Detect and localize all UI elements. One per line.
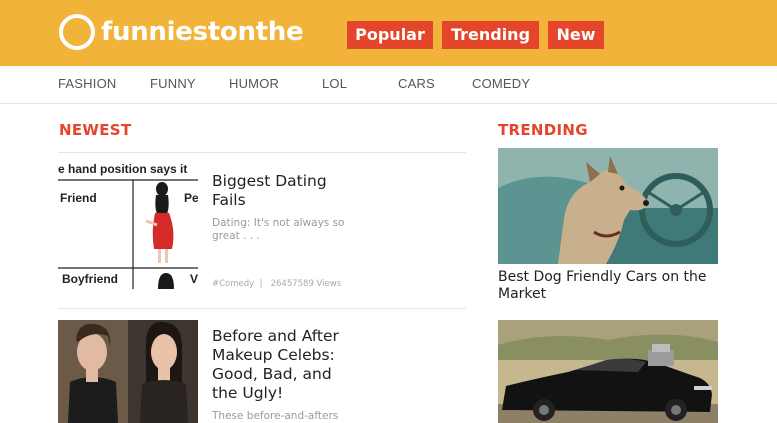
trending-thumbnail[interactable] xyxy=(498,320,718,423)
nav-item-cars[interactable]: CARS xyxy=(398,76,435,91)
celebs-makeup-image xyxy=(58,320,198,423)
article-title-line: Makeup Celebs: xyxy=(212,346,335,364)
new-button[interactable]: New xyxy=(548,21,604,49)
article-title-line: the Ugly! xyxy=(212,384,284,402)
popular-button[interactable]: Popular xyxy=(347,21,433,49)
nav-item-funny[interactable]: FUNNY xyxy=(150,76,196,91)
thumb-caption: e hand position says it xyxy=(58,162,188,176)
article-desc-line: Dating: It's not always so xyxy=(212,217,345,229)
article-thumbnail[interactable] xyxy=(58,320,198,423)
logo-text: funniestonthe xyxy=(101,17,304,47)
nav-item-fashion[interactable]: FASHION xyxy=(58,76,116,91)
logo-ring-icon xyxy=(59,14,95,50)
nav-item-comedy[interactable]: COMEDY xyxy=(472,76,530,91)
article-views: 26457589 Views xyxy=(270,279,342,289)
thumb-label-friend: Friend xyxy=(60,191,97,205)
trending-title-line: Best Dog Friendly Cars on the xyxy=(498,269,707,285)
article-title-line: Fails xyxy=(212,191,246,209)
article-description: These before-and-afters xyxy=(212,410,338,423)
article-meta: #Comedy | 26457589 Views xyxy=(212,279,341,289)
trending-button[interactable]: Trending xyxy=(442,21,539,49)
category-nav: FASHION FUNNY HUMOR LOL CARS COMEDY xyxy=(0,66,777,104)
newest-heading: NEWEST xyxy=(59,121,132,139)
dog-in-car-image xyxy=(498,148,718,264)
article-title-line: Good, Bad, and xyxy=(212,365,332,383)
trending-heading: TRENDING xyxy=(498,121,588,139)
article-desc-line: great . . . xyxy=(212,230,260,242)
article-category[interactable]: #Comedy xyxy=(212,279,254,289)
thumb-label-boyfriend: Boyfriend xyxy=(62,272,119,286)
nav-item-lol[interactable]: LOL xyxy=(322,76,347,91)
site-logo[interactable]: funniestonthe xyxy=(59,14,304,50)
article-title[interactable]: Biggest Dating Fails xyxy=(212,172,327,210)
trending-title-line: Market xyxy=(498,286,547,302)
article-description: Dating: It's not always so great . . . xyxy=(212,217,344,243)
thumb-label-bottom-right: V xyxy=(190,272,198,286)
article-title-line: Biggest Dating xyxy=(212,172,327,190)
article-title[interactable]: Before and After Makeup Celebs: Good, Ba… xyxy=(212,327,339,403)
article-title-line: Before and After xyxy=(212,327,339,345)
meta-separator: | xyxy=(256,279,268,289)
muscle-car-image xyxy=(498,320,718,423)
article-desc-line: These before-and-afters xyxy=(212,410,339,422)
article-thumbnail[interactable]: e hand position says it Friend Pe Boyfri… xyxy=(58,161,198,289)
dating-chart-image xyxy=(58,161,198,289)
nav-item-humor[interactable]: HUMOR xyxy=(229,76,279,91)
site-header: funniestonthe Popular Trending New xyxy=(0,0,777,66)
trending-title[interactable]: Best Dog Friendly Cars on the Market xyxy=(498,269,707,303)
thumb-label-right: Pe xyxy=(184,191,198,205)
divider xyxy=(58,152,466,153)
divider xyxy=(58,308,466,309)
trending-thumbnail[interactable] xyxy=(498,148,718,264)
